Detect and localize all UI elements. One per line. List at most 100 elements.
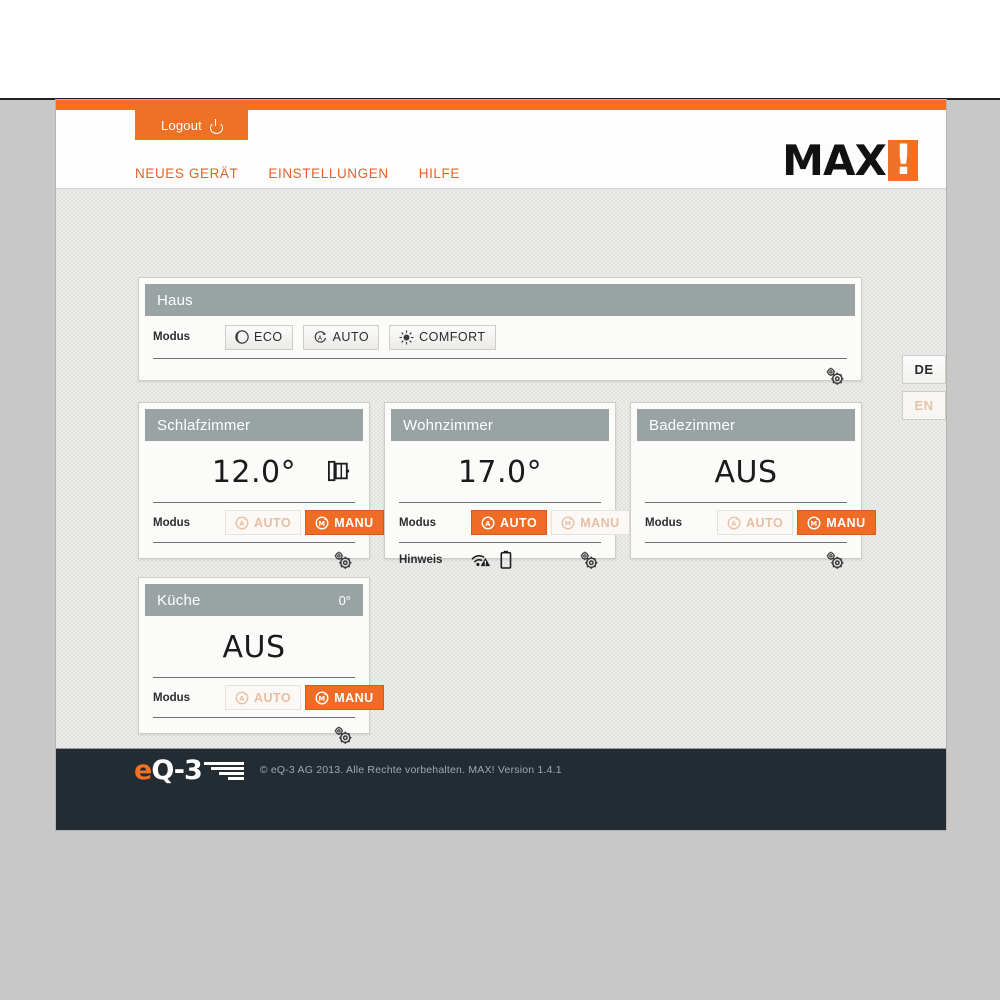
nav-item-einstellungen[interactable]: EINSTELLUNGEN xyxy=(268,166,388,181)
badezimmer-mode-label: Modus xyxy=(645,516,683,529)
schlafzimmer-temperature: 12.0° xyxy=(153,441,355,502)
panel-badezimmer: Badezimmer AUS Modus A AUTO M MANU xyxy=(630,402,876,569)
schlafzimmer-footer-row xyxy=(153,542,355,576)
wohnzimmer-hint-icons xyxy=(471,550,567,569)
panel-haus-header: Haus xyxy=(145,284,855,316)
wohnzimmer-mode-auto-label: AUTO xyxy=(500,515,538,530)
language-de-button[interactable]: DE xyxy=(902,355,946,384)
schlafzimmer-temperature-text: 12.0° xyxy=(211,455,297,490)
badezimmer-mode-manu-button[interactable]: M MANU xyxy=(797,510,876,535)
footer-copyright: © eQ-3 AG 2013. Alle Rechte vorbehalten.… xyxy=(259,764,562,776)
footer-inner: e Q-3 © eQ-3 AG 2013. Alle Rechte vorbeha… xyxy=(56,749,946,791)
brand-exclamation: ! xyxy=(887,138,918,182)
haus-mode-eco-button[interactable]: ECO xyxy=(225,324,293,350)
max-logo: MAX! xyxy=(782,136,918,185)
panel-badezimmer-title: Badezimmer xyxy=(649,416,736,434)
logout-label: Logout xyxy=(161,117,202,133)
badezimmer-temperature-text: AUS xyxy=(714,455,778,490)
manu-circle-icon: M xyxy=(315,691,329,704)
svg-text:M: M xyxy=(811,519,818,527)
eq3-speed-lines-icon xyxy=(203,760,244,780)
schlafzimmer-mode-auto-label: AUTO xyxy=(254,515,292,530)
gears-icon[interactable] xyxy=(331,549,355,571)
badezimmer-mode-auto-label: AUTO xyxy=(746,515,784,530)
panel-wohnzimmer: Wohnzimmer 17.0° Modus A AUTO M MANU Hin… xyxy=(384,402,630,569)
haus-mode-auto-button[interactable]: A AUTO xyxy=(302,324,380,350)
kueche-mode-label: Modus xyxy=(153,691,191,704)
brand-text: MAX xyxy=(782,136,887,185)
screenshot-root: Logout NEUES GERÄT EINSTELLUNGEN HILFE M… xyxy=(0,0,1000,1000)
auto-circle-icon: A xyxy=(481,516,495,529)
gears-icon[interactable] xyxy=(823,365,847,387)
wohnzimmer-temperature: 17.0° xyxy=(399,441,601,502)
schlafzimmer-mode-manu-button[interactable]: M MANU xyxy=(305,510,384,535)
eq3-logo-q3: Q-3 xyxy=(151,754,202,786)
panel-wohnzimmer-header: Wohnzimmer xyxy=(391,409,609,441)
auto-circle-icon: A xyxy=(235,691,249,704)
panel-kueche-body: AUS Modus A AUTO M MANU xyxy=(139,616,384,751)
kueche-mode-manu-button[interactable]: M MANU xyxy=(305,685,384,710)
kueche-temperature: AUS xyxy=(153,616,355,677)
auto-circle-icon: A xyxy=(314,331,326,343)
svg-text:A: A xyxy=(318,335,323,342)
wohnzimmer-mode-manu-button[interactable]: M MANU xyxy=(551,510,630,535)
panel-schlafzimmer-header: Schlafzimmer xyxy=(145,409,363,441)
gears-icon[interactable] xyxy=(823,549,847,571)
wohnzimmer-mode-row: Modus A AUTO M MANU xyxy=(399,502,630,542)
panel-schlafzimmer-title: Schlafzimmer xyxy=(157,416,251,434)
panel-haus-title: Haus xyxy=(157,291,193,309)
schlafzimmer-mode-row: Modus A AUTO M MANU xyxy=(153,502,384,542)
wohnzimmer-hint-row: Hinweis xyxy=(399,542,601,576)
nav-item-hilfe[interactable]: HILFE xyxy=(419,166,460,181)
kueche-mode-auto-label: AUTO xyxy=(254,690,292,705)
schlafzimmer-mode-manu-label: MANU xyxy=(334,515,374,530)
panel-kueche-header-value: 0° xyxy=(338,592,351,608)
kueche-mode-row: Modus A AUTO M MANU xyxy=(153,677,384,717)
panel-schlafzimmer: Schlafzimmer 12.0° Modus A AUTO M MANU xyxy=(138,402,384,569)
battery-icon xyxy=(500,550,512,569)
wohnzimmer-temperature-text: 17.0° xyxy=(457,455,543,490)
haus-mode-comfort-label: COMFORT xyxy=(419,330,486,344)
manu-circle-icon: M xyxy=(807,516,821,529)
svg-text:M: M xyxy=(319,519,326,527)
panel-haus-body: Modus ECO A AUTO COMFORT xyxy=(139,316,861,392)
logout-button[interactable]: Logout xyxy=(135,110,248,140)
badezimmer-mode-manu-label: MANU xyxy=(826,515,866,530)
app-window: Logout NEUES GERÄT EINSTELLUNGEN HILFE M… xyxy=(56,100,946,830)
haus-mode-eco-label: ECO xyxy=(254,330,283,344)
signal-warning-icon xyxy=(471,554,491,566)
gears-icon[interactable] xyxy=(331,724,355,746)
kueche-temperature-text: AUS xyxy=(222,630,286,665)
kueche-mode-auto-button[interactable]: A AUTO xyxy=(225,685,302,710)
panel-kueche-title: Küche xyxy=(157,591,201,609)
badezimmer-mode-auto-button[interactable]: A AUTO xyxy=(717,510,794,535)
top-accent-bar xyxy=(56,100,946,110)
panel-wohnzimmer-title: Wohnzimmer xyxy=(403,416,494,434)
language-en-button[interactable]: EN xyxy=(902,391,946,420)
haus-mode-comfort-button[interactable]: COMFORT xyxy=(389,324,496,350)
manu-circle-icon: M xyxy=(561,516,575,529)
schlafzimmer-mode-auto-button[interactable]: A AUTO xyxy=(225,510,302,535)
main-navigation: NEUES GERÄT EINSTELLUNGEN HILFE xyxy=(135,166,460,181)
svg-text:A: A xyxy=(239,694,244,702)
page-header: Logout NEUES GERÄT EINSTELLUNGEN HILFE M… xyxy=(56,110,946,188)
panel-badezimmer-body: AUS Modus A AUTO M MANU xyxy=(631,441,876,576)
page-footer: e Q-3 © eQ-3 AG 2013. Alle Rechte vorbeha… xyxy=(56,748,946,830)
haus-mode-label: Modus xyxy=(153,331,191,343)
gears-icon[interactable] xyxy=(577,549,601,571)
panel-kueche: Küche 0° AUS Modus A AUTO M MANU xyxy=(138,577,384,744)
content-area: DE EN Haus Modus ECO A AUTO COMFORT Schl… xyxy=(56,188,946,748)
nav-item-neues-geraet[interactable]: NEUES GERÄT xyxy=(135,166,238,181)
svg-text:A: A xyxy=(731,519,736,527)
badezimmer-footer-row xyxy=(645,542,847,576)
power-icon xyxy=(209,118,223,134)
wohnzimmer-mode-auto-button[interactable]: A AUTO xyxy=(471,510,548,535)
open-window-icon xyxy=(327,460,350,482)
eq3-logo-e: e xyxy=(134,754,152,786)
eq3-logo: e Q-3 xyxy=(134,755,244,786)
badezimmer-mode-row: Modus A AUTO M MANU xyxy=(645,502,876,542)
haus-mode-auto-label: AUTO xyxy=(332,330,370,344)
svg-text:A: A xyxy=(239,519,244,527)
panel-schlafzimmer-body: 12.0° Modus A AUTO M MANU xyxy=(139,441,384,576)
wohnzimmer-mode-label: Modus xyxy=(399,516,437,529)
